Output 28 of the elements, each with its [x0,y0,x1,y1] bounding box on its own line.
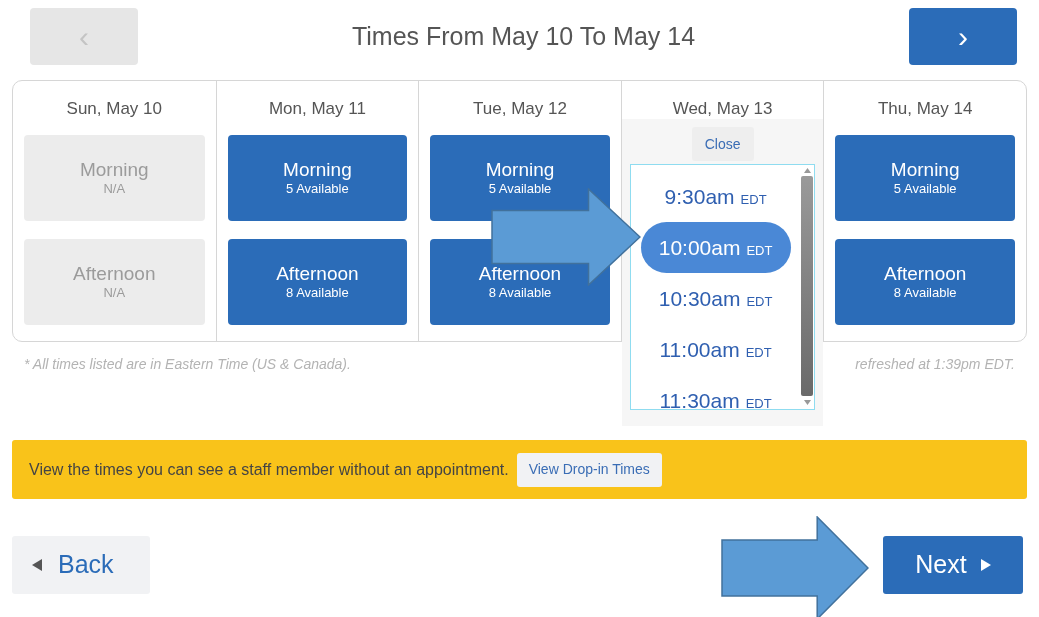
time-option[interactable]: 11:30am EDT [640,375,791,426]
timezone-note: * All times listed are in Eastern Time (US & Canada). [24,355,351,374]
day-heading: Mon, May 11 [268,97,366,120]
time-slot-button[interactable]: Morning 5 Available [430,135,610,221]
day-heading: Wed, May 13 [672,97,773,120]
next-button[interactable]: Next [883,536,1023,594]
time-option[interactable]: 10:30am EDT [640,273,791,324]
time-slot-button[interactable]: Morning 5 Available [227,135,408,221]
time-slot-button[interactable]: Afternoon 8 Available [227,239,408,325]
drop-in-times-button[interactable]: View Drop-in Times [516,452,662,487]
scroll-down-icon[interactable] [803,400,811,405]
day-heading: Thu, May 14 [877,97,973,120]
time-option[interactable]: 10:00am EDT [640,222,791,273]
day-heading: Sun, May 10 [66,97,162,120]
time-slot-button[interactable]: Afternoon 8 Available [835,239,1015,325]
page-title: Times From May 10 To May 14 [351,20,696,52]
day-heading: Tue, May 12 [473,97,567,120]
scroll-up-icon[interactable] [803,168,811,173]
next-week-button[interactable]: › [909,8,1017,65]
time-slot-button[interactable]: Morning 5 Available [835,135,1015,221]
caret-left-icon [32,559,42,571]
caret-right-icon [980,559,991,571]
back-button[interactable]: Back [12,536,150,594]
banner-text: View the times you can see a staff member without an appointment. [29,459,509,480]
time-option[interactable]: 11:00am EDT [640,324,791,375]
time-option[interactable]: 9:30am EDT [640,171,791,222]
close-button[interactable]: Close [691,127,754,161]
refresh-note: refreshed at 1:39pm EDT. [855,355,1015,374]
